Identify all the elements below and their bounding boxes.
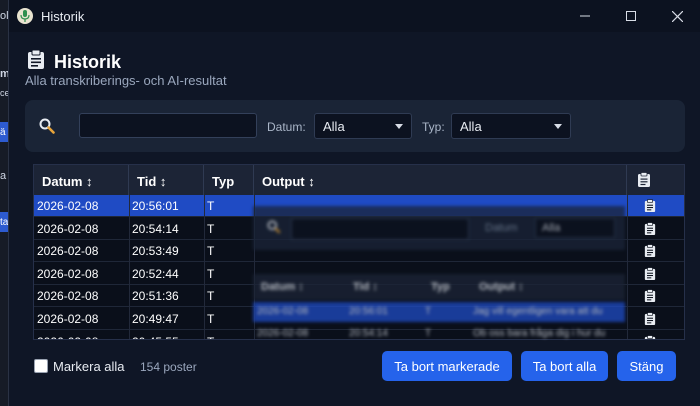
ghost-cell: T <box>425 306 432 317</box>
search-icon <box>39 118 55 139</box>
page-title: Historik <box>54 52 122 72</box>
type-filter-select[interactable]: Alla <box>451 113 571 139</box>
cell-date: 2026-02-08 <box>37 266 99 281</box>
date-filter-select[interactable]: Alla <box>314 113 412 139</box>
search-icon <box>267 220 281 239</box>
column-header-output[interactable]: Output ↕ <box>254 165 627 195</box>
copy-clipboard-icon[interactable] <box>636 310 664 328</box>
clipboard-icon <box>637 172 651 191</box>
ghost-header: Tid ↕ <box>353 281 378 293</box>
page-subtitle: Alla transkriberings- och AI-resultat <box>25 73 227 88</box>
ghost-cell: 2026-02-08 <box>257 328 309 339</box>
cell-time: 20:52:44 <box>132 266 179 281</box>
cell-time: 20:54:14 <box>132 221 179 236</box>
column-header-type[interactable]: Typ <box>204 165 254 195</box>
cell-date: 2026-02-08 <box>37 289 99 304</box>
cell-type: T <box>207 312 215 326</box>
cell-date: 2026-02-08 <box>37 244 99 259</box>
date-filter-value: Alla <box>323 119 345 134</box>
cell-time: 20:49:47 <box>132 312 179 326</box>
ghost-header: Output ↕ <box>479 281 524 293</box>
date-filter-label: Datum: <box>267 120 306 134</box>
ghost-cell: 2026-02-08 <box>257 306 309 317</box>
column-header-copy <box>627 165 667 195</box>
copy-clipboard-icon[interactable] <box>636 220 664 238</box>
ghost-cell: 20:56:01 <box>349 306 388 317</box>
page-heading: Historik <box>26 49 122 75</box>
background-text: a <box>0 170 7 182</box>
copy-clipboard-icon[interactable] <box>636 287 664 305</box>
search-input[interactable] <box>79 113 257 138</box>
cell-type: T <box>207 244 215 259</box>
ghost-cell: Jag vill egentligen vara att du <box>473 306 603 317</box>
cell-time: 20:51:36 <box>132 289 179 304</box>
close-icon[interactable] <box>654 0 700 32</box>
ghost-cell: T <box>425 328 432 339</box>
cell-type: T <box>207 199 215 213</box>
cell-type: T <box>207 266 215 281</box>
filter-bar: Datum: Alla Typ: Alla <box>25 100 685 152</box>
record-count: 154 poster <box>140 360 197 374</box>
cell-time: 20:53:49 <box>132 244 179 259</box>
history-window: Historik Historik Alla transkriberings- … <box>8 0 700 406</box>
ghost-header: Typ <box>431 281 450 293</box>
microphone-icon <box>17 8 33 24</box>
cell-date: 2026-02-08 <box>37 312 99 326</box>
cell-date: 2026-02-08 <box>37 221 99 236</box>
close-button[interactable]: Stäng <box>617 351 676 381</box>
maximize-icon[interactable] <box>608 0 654 32</box>
copy-clipboard-icon[interactable] <box>636 333 664 339</box>
copy-clipboard-icon[interactable] <box>636 265 664 283</box>
type-filter-label: Typ: <box>422 120 445 134</box>
type-filter-value: Alla <box>460 119 482 134</box>
clipboard-icon <box>26 49 46 75</box>
window-title: Historik <box>41 8 85 24</box>
minimize-icon[interactable] <box>562 0 608 32</box>
blurred-preview-overlay: Datum Alla Datum ↕ Tid ↕ Typ Output ↕ 20… <box>253 194 625 340</box>
cell-type: T <box>207 289 215 304</box>
ghost-header: Datum ↕ <box>261 281 304 293</box>
select-all-label[interactable]: Markera alla <box>53 359 125 374</box>
chevron-down-icon <box>554 124 562 129</box>
cell-time: 20:45:55 <box>132 335 179 339</box>
cell-type: T <box>207 221 215 236</box>
cell-type: T <box>207 335 214 339</box>
select-all-checkbox[interactable] <box>34 359 48 373</box>
copy-clipboard-icon[interactable] <box>636 197 664 215</box>
ghost-cell: 20:54:14 <box>349 328 388 339</box>
cell-time: 20:56:01 <box>132 199 179 213</box>
ghost-date-label: Datum <box>485 222 518 234</box>
ghost-cell: Ob oss bara fråga dig i hur du <box>473 328 606 339</box>
ghost-date-select: Alla <box>535 218 615 238</box>
table-header: Datum ↕ Tid ↕ Typ Output ↕ <box>34 165 684 195</box>
delete-selected-button[interactable]: Ta bort markerade <box>382 351 512 381</box>
column-header-time[interactable]: Tid ↕ <box>129 165 204 195</box>
copy-clipboard-icon[interactable] <box>636 242 664 260</box>
column-header-date[interactable]: Datum ↕ <box>34 165 129 195</box>
chevron-down-icon <box>395 124 403 129</box>
delete-all-button[interactable]: Ta bort alla <box>521 351 608 381</box>
title-bar[interactable]: Historik <box>9 0 700 32</box>
cell-date: 2026-02-08 <box>37 199 99 213</box>
cell-date: 2026-02-08 <box>37 335 98 339</box>
